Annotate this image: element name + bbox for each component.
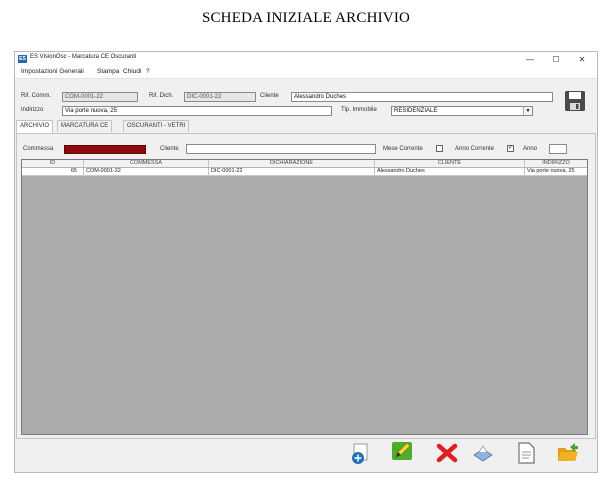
- minimize-button[interactable]: —: [519, 52, 541, 67]
- add-icon[interactable]: [349, 443, 373, 465]
- maximize-button[interactable]: ☐: [545, 52, 567, 67]
- cell-id: 65: [22, 168, 84, 175]
- rif-comm-field[interactable]: COM-0001-22: [62, 92, 138, 102]
- app-window: ES ES VisionOsc - Marcatura CE Oscuranti…: [14, 51, 598, 473]
- menu-help[interactable]: ?: [146, 68, 150, 75]
- chevron-down-icon[interactable]: ▼: [523, 107, 532, 115]
- title-bar: ES ES VisionOsc - Marcatura CE Oscuranti…: [15, 52, 597, 67]
- window-title: ES VisionOsc - Marcatura CE Oscuranti: [30, 54, 137, 60]
- open-folder-icon[interactable]: [556, 441, 580, 463]
- menu-impostazioni-generali[interactable]: Impostazioni Generali: [21, 68, 84, 75]
- column-header-id[interactable]: ID: [22, 160, 84, 167]
- save-icon[interactable]: [564, 89, 586, 113]
- anno-input[interactable]: [549, 144, 567, 154]
- tab-oscuranti-vetri[interactable]: OSCURANTI - VETRI: [123, 120, 190, 132]
- archive-table: ID COMMESSA DICHIARAZIONE CLIENTE INDIRI…: [21, 159, 588, 435]
- print-icon[interactable]: [471, 443, 495, 465]
- cliente-filter-label: Cliente: [160, 146, 179, 152]
- mese-corrente-label: Mese Corrente: [383, 146, 423, 152]
- commessa-filter-label: Commessa: [23, 146, 54, 152]
- cliente-filter-input[interactable]: [186, 144, 376, 154]
- rif-dich-label: Rif. Dich.: [149, 93, 174, 99]
- edit-icon[interactable]: [390, 440, 414, 462]
- cell-dichiarazione: DIC-0001-22: [209, 168, 375, 175]
- cliente-field[interactable]: Alessandro Duches: [291, 92, 553, 102]
- cliente-label: Cliente: [260, 93, 279, 99]
- document-title: SCHEDA INIZIALE ARCHIVIO: [201, 10, 411, 26]
- column-header-indirizzo[interactable]: INDIRIZZO: [525, 160, 587, 167]
- tip-immobile-value: RESIDENZIALE: [394, 108, 438, 114]
- tip-immobile-label: Tip. Immobile: [341, 107, 377, 113]
- tab-archivio[interactable]: ARCHIVIO: [16, 120, 54, 133]
- menu-stampa[interactable]: Stampa: [97, 68, 119, 75]
- mese-corrente-checkbox[interactable]: [436, 145, 443, 152]
- anno-corrente-label: Anno Corrente: [455, 146, 495, 152]
- menu-chiudi[interactable]: Chiudi: [123, 68, 141, 75]
- cell-cliente: Alessandro Duches: [375, 168, 525, 175]
- rif-comm-label: Rif. Comm.: [21, 93, 51, 99]
- cell-indirizzo: Via porte nuova, 25: [527, 168, 575, 174]
- indirizzo-label: Indirizzo: [21, 107, 44, 113]
- close-button[interactable]: ✕: [571, 52, 593, 67]
- column-header-commessa[interactable]: COMMESSA: [84, 160, 209, 167]
- column-header-dichiarazione[interactable]: DICHIARAZIONE: [209, 160, 375, 167]
- indirizzo-field[interactable]: Via porte nuova, 25: [62, 106, 332, 116]
- document-icon[interactable]: [514, 442, 538, 464]
- column-header-cliente[interactable]: CLIENTE: [375, 160, 525, 167]
- menu-bar: Impostazioni Generali Stampa Chiudi ?: [15, 67, 597, 79]
- tip-immobile-select[interactable]: RESIDENZIALE ▼: [391, 106, 533, 116]
- anno-corrente-checkbox[interactable]: ✓: [507, 145, 514, 152]
- cell-commessa: COM-0001-22: [84, 168, 209, 175]
- table-row[interactable]: 65 COM-0001-22 DIC-0001-22 Alessandro Du…: [22, 168, 587, 176]
- anno-label: Anno: [523, 146, 538, 152]
- rif-dich-field[interactable]: DIC-0001-22: [184, 92, 256, 102]
- tab-marcatura-ce[interactable]: MARCATURA CE: [57, 120, 113, 132]
- app-logo-icon: ES: [18, 55, 27, 63]
- table-header: ID COMMESSA DICHIARAZIONE CLIENTE INDIRI…: [22, 160, 587, 168]
- delete-icon[interactable]: [435, 442, 459, 464]
- commessa-filter-input[interactable]: [64, 145, 146, 154]
